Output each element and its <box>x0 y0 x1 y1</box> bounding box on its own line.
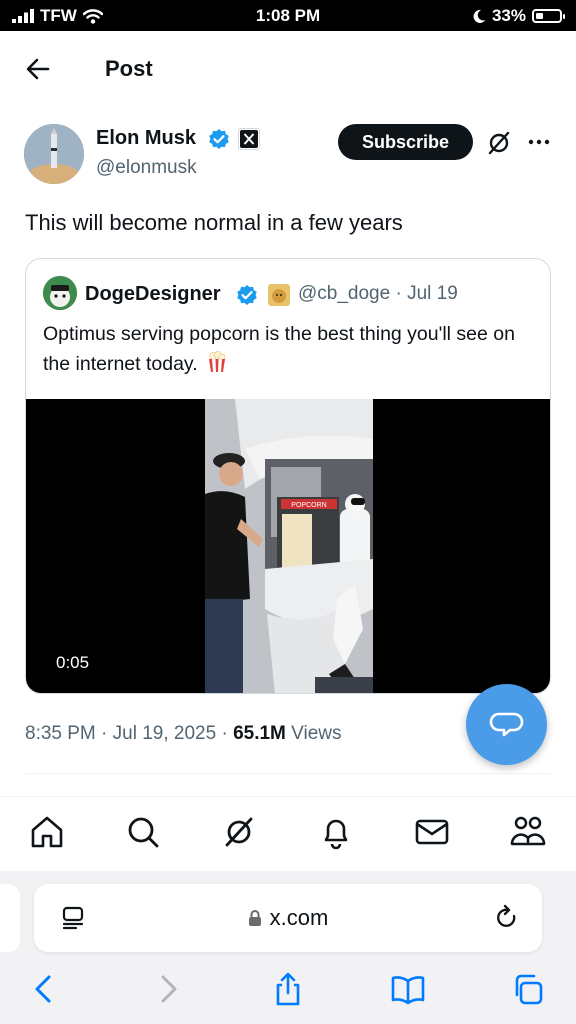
views-count[interactable]: 65.1M <box>233 723 286 744</box>
author-avatar[interactable] <box>24 124 84 184</box>
doge-affiliate-badge-icon <box>268 284 290 306</box>
video-duration: 0:05 <box>56 653 90 672</box>
views-label: Views <box>285 723 342 744</box>
quoted-date: · Jul 19 <box>390 283 458 304</box>
previous-tab-peek[interactable] <box>0 884 20 952</box>
reply-bubble-icon <box>489 712 524 737</box>
optimus-popcorn-scene: POPCORN <box>205 399 373 693</box>
battery-icon <box>532 9 565 23</box>
page-title: Post <box>105 56 153 81</box>
quoted-post-text: Optimus serving popcorn is the best thin… <box>43 319 538 379</box>
rocket-launch-image <box>24 124 84 184</box>
bookmarks-icon[interactable] <box>391 971 425 1007</box>
communities-icon[interactable] <box>510 814 546 850</box>
moon-icon <box>473 9 486 23</box>
home-icon[interactable] <box>29 814 65 850</box>
notifications-icon[interactable] <box>318 814 354 850</box>
share-icon[interactable] <box>271 971 305 1007</box>
post-meta: 8:35 PM · Jul 19, 2025 · 65.1M Views <box>25 723 342 745</box>
svg-text:POPCORN: POPCORN <box>291 502 326 509</box>
post-timestamp: 8:35 PM · Jul 19, 2025 · <box>25 723 234 744</box>
battery-level <box>536 13 543 19</box>
subscribe-button[interactable]: Subscribe <box>338 124 473 160</box>
status-right: 33% <box>472 6 565 26</box>
bottom-tab-bar <box>0 796 576 871</box>
video-frame: POPCORN <box>205 399 373 693</box>
quoted-author-name[interactable]: DogeDesigner <box>85 283 221 306</box>
search-icon[interactable] <box>125 814 161 850</box>
url-text: x.com <box>269 905 329 930</box>
messages-icon[interactable] <box>414 814 450 850</box>
tabs-icon[interactable] <box>512 971 546 1007</box>
video-player[interactable]: POPCORN 0:05 <box>26 399 550 693</box>
reply-fab-button[interactable] <box>466 684 547 765</box>
address-bar[interactable]: x.com <box>34 884 542 952</box>
doge-avatar-image <box>43 276 77 310</box>
lock-icon <box>248 910 261 926</box>
reload-icon[interactable] <box>494 904 520 932</box>
battery-percent: 33% <box>491 6 526 25</box>
grok-icon[interactable] <box>221 814 257 850</box>
author-name[interactable]: Elon Musk <box>96 127 196 150</box>
grok-icon[interactable] <box>486 130 512 156</box>
back-icon[interactable] <box>27 971 61 1007</box>
quoted-author-handle[interactable]: @cb_doge <box>298 283 390 304</box>
quoted-text-content: Optimus serving popcorn is the best thin… <box>43 323 515 375</box>
author-handle[interactable]: @elonmusk <box>96 157 197 179</box>
browser-toolbar: x.com <box>0 871 576 1024</box>
quoted-handle-date: @cb_doge · Jul 19 <box>298 283 458 305</box>
post-header: Post <box>0 31 576 107</box>
verified-badge-icon <box>237 285 257 305</box>
more-options-icon[interactable] <box>527 132 551 152</box>
x-affiliate-badge-icon <box>238 128 260 150</box>
popcorn-emoji-icon <box>209 351 226 372</box>
post-text: This will become normal in a few years <box>25 210 403 235</box>
divider <box>25 773 551 774</box>
back-arrow-icon[interactable] <box>24 55 52 83</box>
quoted-author-avatar[interactable] <box>43 276 77 310</box>
quoted-post-card[interactable]: DogeDesigner @cb_doge · Jul 19 Optimus s… <box>25 258 551 694</box>
verified-badge-icon <box>209 129 229 149</box>
forward-icon[interactable] <box>151 971 185 1007</box>
url-display[interactable]: x.com <box>34 905 542 931</box>
status-bar: TFW 1:08 PM 33% <box>0 0 576 31</box>
